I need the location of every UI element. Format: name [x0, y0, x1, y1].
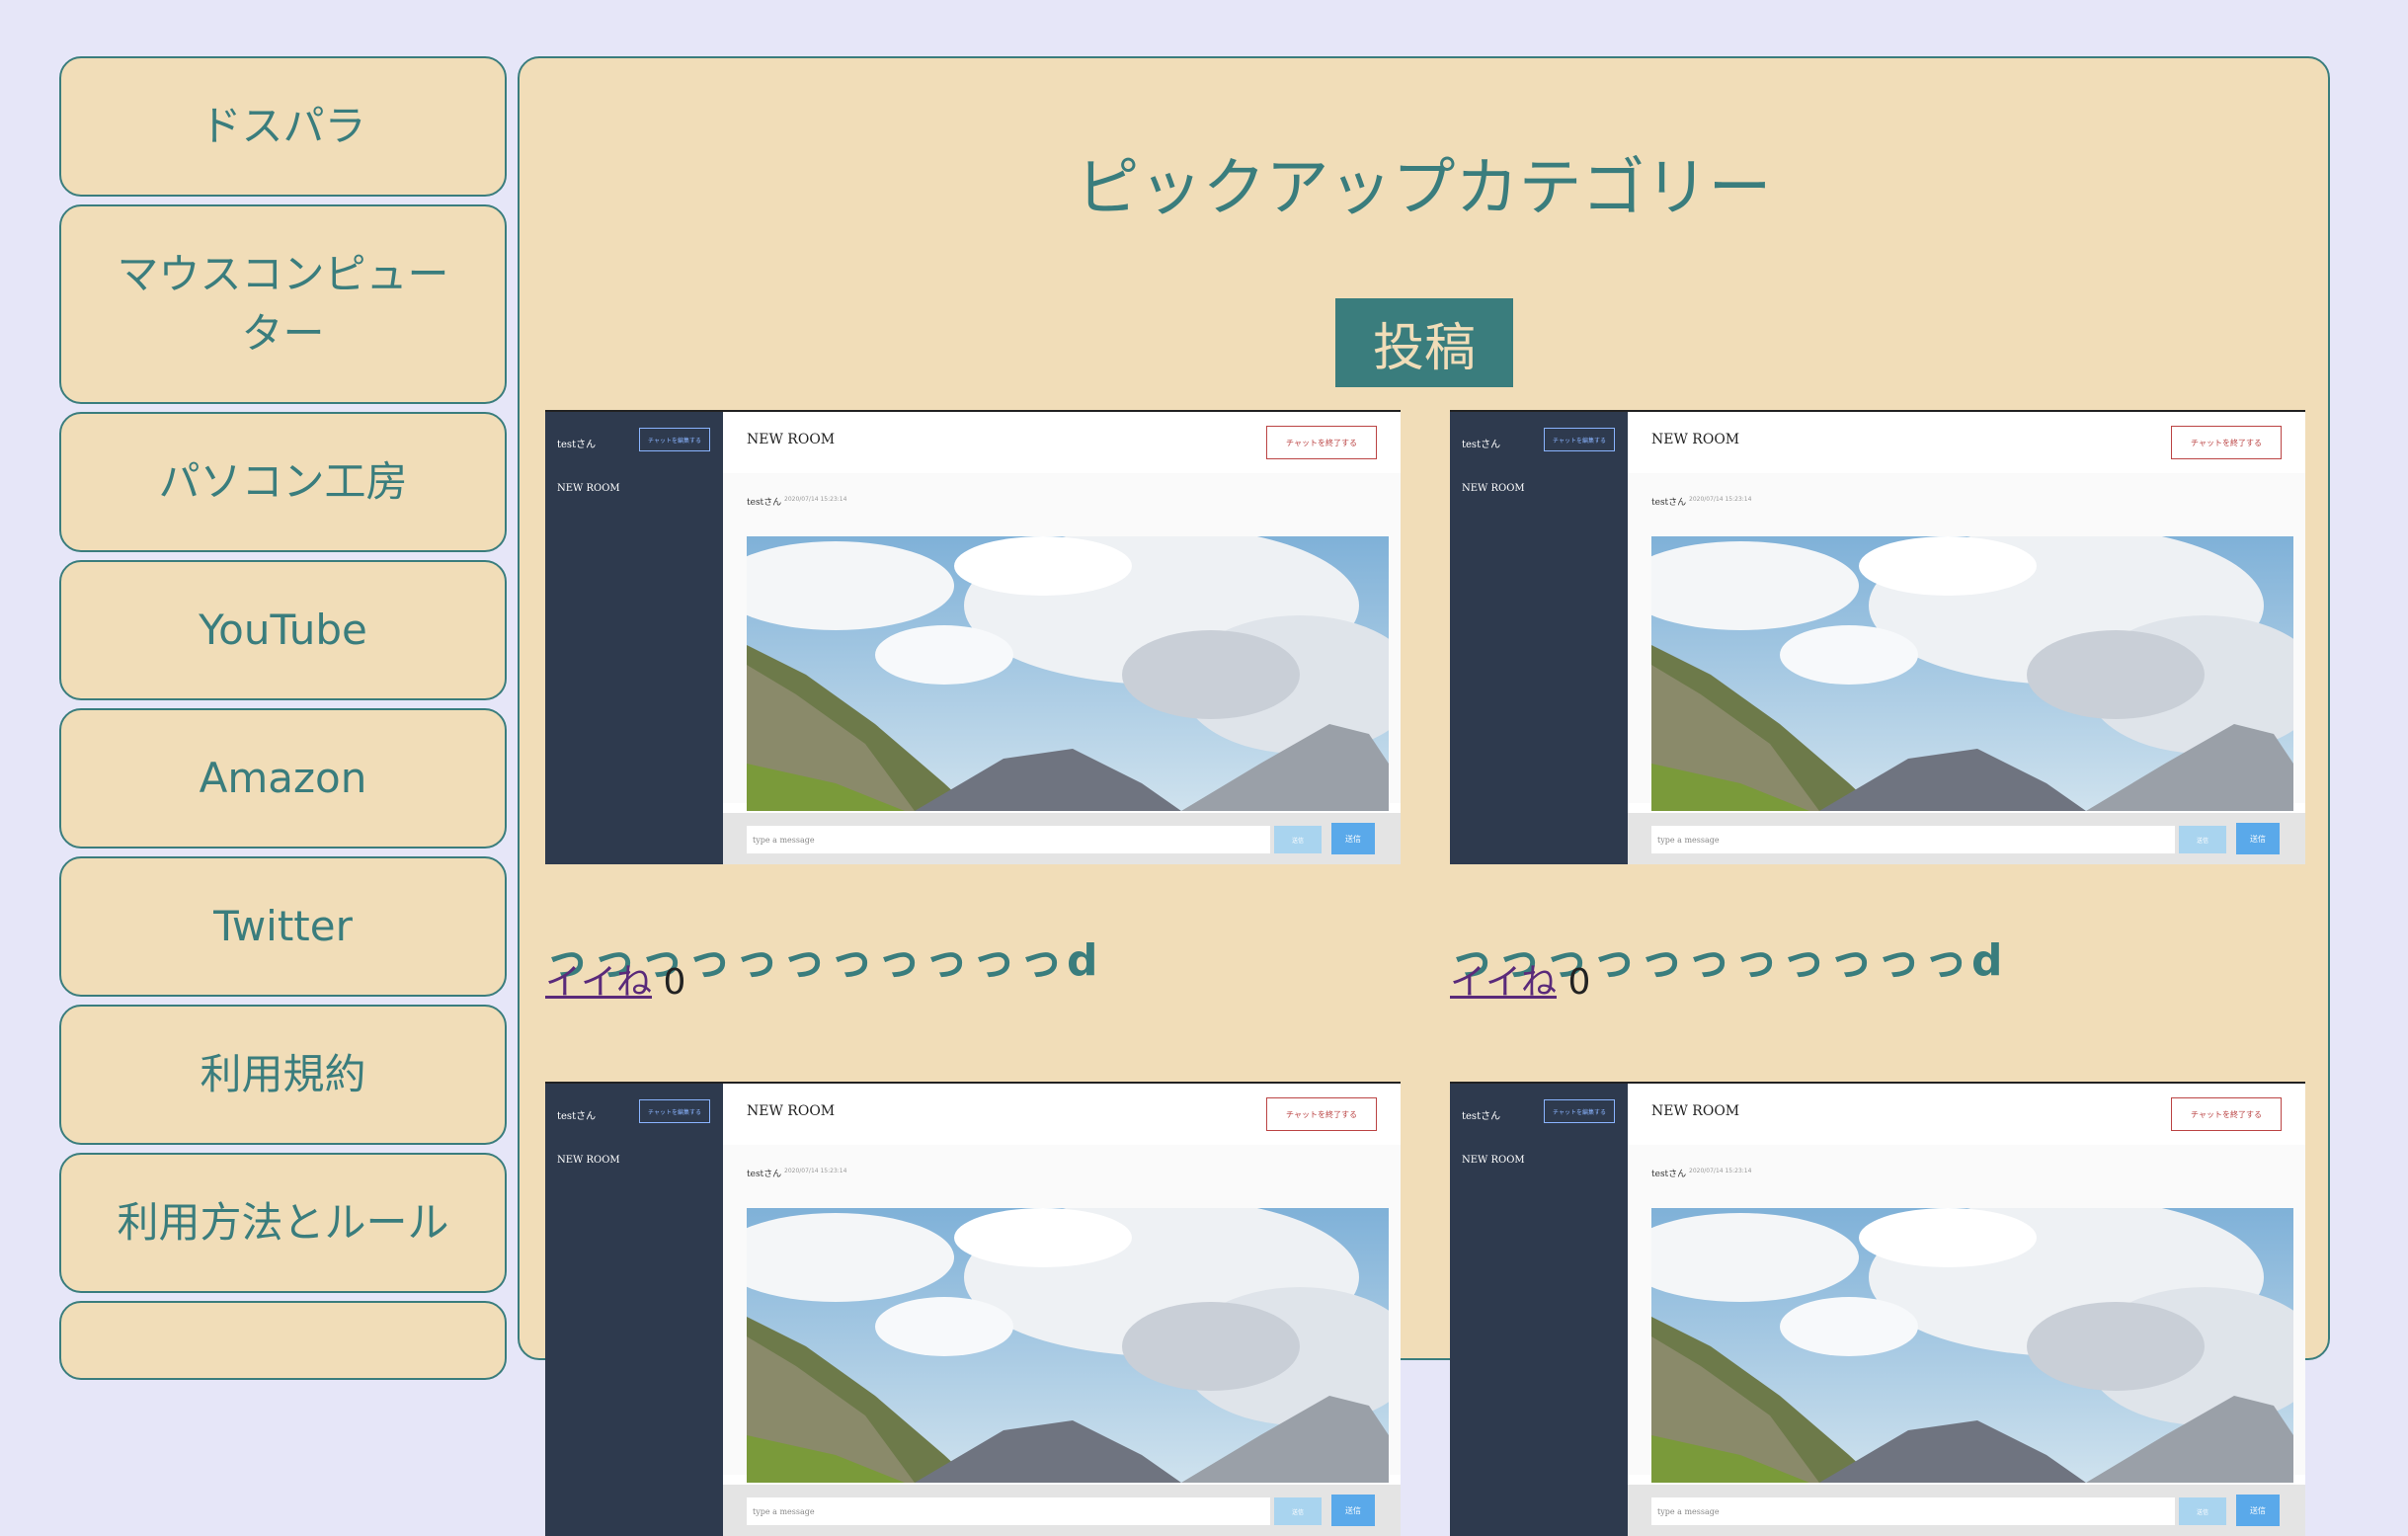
thumbnail-send-button-disabled: 送信: [2179, 1497, 2226, 1525]
thumbnail-user: testさん: [1462, 440, 1501, 450]
thumbnail-header: NEW ROOM チャットを終了する: [1628, 1084, 2305, 1146]
thumbnail-send-button-disabled: 送信: [1274, 826, 1322, 853]
thumbnail-room-title: NEW ROOM: [1651, 432, 1740, 447]
thumbnail-send-button: 送信: [1331, 823, 1375, 854]
thumbnail-sidebar: testさん チャットを編集する NEW ROOM: [545, 1084, 723, 1536]
thumbnail-message-time: 2020/07/14 15:23:14: [1689, 1168, 1752, 1174]
thumbnail-end-button: チャットを終了する: [1266, 1097, 1377, 1131]
mountain-photo-image: [1651, 536, 2293, 811]
thumbnail-user: testさん: [557, 1111, 597, 1122]
thumbnail-message-input: type a message: [747, 826, 1270, 853]
thumbnail-send-button: 送信: [1331, 1495, 1375, 1526]
sidebar-item-label: YouTube: [199, 606, 367, 654]
thumbnail-edit-button: チャットを編集する: [639, 428, 710, 451]
like-link[interactable]: イイね: [1450, 962, 1557, 1003]
thumbnail-user: testさん: [1462, 1111, 1501, 1122]
thumbnail-message-input: type a message: [1651, 826, 2175, 853]
thumbnail-edit-button: チャットを編集する: [1544, 1099, 1615, 1123]
thumbnail-room-title: NEW ROOM: [1651, 1103, 1740, 1119]
mountain-photo: [747, 536, 1389, 811]
sidebar-item-pc-koubou[interactable]: パソコン工房: [59, 412, 507, 552]
like-count: 0: [663, 962, 686, 1003]
thumbnail-edit-button: チャットを編集する: [1544, 428, 1615, 451]
thumbnail-header: NEW ROOM チャットを終了する: [723, 412, 1401, 474]
sidebar-item-more[interactable]: [59, 1301, 507, 1380]
sidebar-item-mouse-computer[interactable]: マウスコンピューター: [59, 204, 507, 404]
thumbnail-message-time: 2020/07/14 15:23:14: [1689, 496, 1752, 503]
thumbnail-message-input: type a message: [1651, 1497, 2175, 1525]
thumbnail-messages: testさん 2020/07/14 15:23:14: [723, 1145, 1401, 1483]
thumbnail-messages: testさん 2020/07/14 15:23:14: [1628, 473, 2305, 811]
thumbnail-footer: type a message 送信 送信: [1628, 1485, 2305, 1536]
thumbnail-room-item: NEW ROOM: [557, 483, 620, 494]
sidebar-item-label: 利用方法とルール: [117, 1198, 449, 1247]
post-thumbnail[interactable]: testさん チャットを編集する NEW ROOM NEW ROOM チャットを…: [545, 1082, 1401, 1536]
mountain-photo-image: [747, 536, 1389, 811]
mountain-photo: [1651, 1208, 2293, 1483]
thumbnail-room-title: NEW ROOM: [747, 1103, 836, 1119]
thumbnail-room-title: NEW ROOM: [747, 432, 836, 447]
sidebar-item-terms[interactable]: 利用規約: [59, 1005, 507, 1145]
mountain-photo-image: [747, 1208, 1389, 1483]
thumbnail-messages: testさん 2020/07/14 15:23:14: [723, 473, 1401, 811]
sidebar-item-usage-rules[interactable]: 利用方法とルール: [59, 1153, 507, 1293]
sidebar-item-label: マウスコンピューター: [117, 250, 449, 358]
thumbnail-send-button: 送信: [2236, 823, 2280, 854]
thumbnail-header: NEW ROOM チャットを終了する: [1628, 412, 2305, 474]
sidebar-item-label: Twitter: [213, 902, 353, 950]
thumbnail-header: NEW ROOM チャットを終了する: [723, 1084, 1401, 1146]
thumbnail-message-user: testさん: [747, 1170, 782, 1179]
thumbnail-room-item: NEW ROOM: [1462, 1155, 1525, 1166]
thumbnail-room-item: NEW ROOM: [557, 1155, 620, 1166]
like-count: 0: [1567, 962, 1591, 1003]
sidebar-item-dospara[interactable]: ドスパラ: [59, 56, 507, 197]
thumbnail-send-button-disabled: 送信: [1274, 1497, 1322, 1525]
thumbnail-messages: testさん 2020/07/14 15:23:14: [1628, 1145, 2305, 1483]
like-row: イイね 0: [545, 953, 685, 1005]
thumbnail-send-button-disabled: 送信: [2179, 826, 2226, 853]
thumbnail-end-button: チャットを終了する: [1266, 426, 1377, 459]
thumbnail-edit-button: チャットを編集する: [639, 1099, 710, 1123]
thumbnail-sidebar: testさん チャットを編集する NEW ROOM: [545, 412, 723, 864]
post-thumbnail[interactable]: testさん チャットを編集する NEW ROOM NEW ROOM チャットを…: [1450, 410, 2305, 864]
sidebar-item-label: パソコン工房: [158, 457, 408, 506]
thumbnail-message-user: testさん: [1651, 498, 1687, 508]
thumbnail-message-user: testさん: [747, 498, 782, 508]
page-title: ピックアップカテゴリー: [1076, 152, 1772, 225]
sidebar-item-label: 利用規約: [200, 1050, 366, 1098]
thumbnail-footer: type a message 送信 送信: [723, 1485, 1401, 1536]
sidebar-item-twitter[interactable]: Twitter: [59, 856, 507, 997]
main-panel: ピックアップカテゴリー 投稿 testさん チャットを編集する NEW ROOM…: [518, 56, 2330, 1536]
post-thumbnail[interactable]: testさん チャットを編集する NEW ROOM NEW ROOM チャットを…: [545, 410, 1401, 864]
sidebar-item-amazon[interactable]: Amazon: [59, 708, 507, 849]
mountain-photo: [747, 1208, 1389, 1483]
mountain-photo: [1651, 536, 2293, 811]
thumbnail-sidebar: testさん チャットを編集する NEW ROOM: [1450, 1084, 1628, 1536]
sidebar-item-label: ドスパラ: [200, 102, 366, 150]
thumbnail-user: testさん: [557, 440, 597, 450]
mountain-photo-image: [1651, 1208, 2293, 1483]
thumbnail-footer: type a message 送信 送信: [1628, 813, 2305, 864]
thumbnail-end-button: チャットを終了する: [2171, 426, 2282, 459]
sidebar-item-label: Amazon: [199, 754, 367, 802]
thumbnail-message-user: testさん: [1651, 1170, 1687, 1179]
thumbnail-end-button: チャットを終了する: [2171, 1097, 2282, 1131]
post-thumbnail[interactable]: testさん チャットを編集する NEW ROOM NEW ROOM チャットを…: [1450, 1082, 2305, 1536]
thumbnail-footer: type a message 送信 送信: [723, 813, 1401, 864]
sidebar-item-youtube[interactable]: YouTube: [59, 560, 507, 700]
thumbnail-sidebar: testさん チャットを編集する NEW ROOM: [1450, 412, 1628, 864]
thumbnail-message-time: 2020/07/14 15:23:14: [784, 1168, 847, 1174]
like-row: イイね 0: [1450, 953, 1590, 1005]
thumbnail-send-button: 送信: [2236, 1495, 2280, 1526]
thumbnail-room-item: NEW ROOM: [1462, 483, 1525, 494]
post-button[interactable]: 投稿: [1335, 298, 1513, 387]
like-link[interactable]: イイね: [545, 962, 652, 1003]
thumbnail-message-time: 2020/07/14 15:23:14: [784, 496, 847, 503]
thumbnail-message-input: type a message: [747, 1497, 1270, 1525]
